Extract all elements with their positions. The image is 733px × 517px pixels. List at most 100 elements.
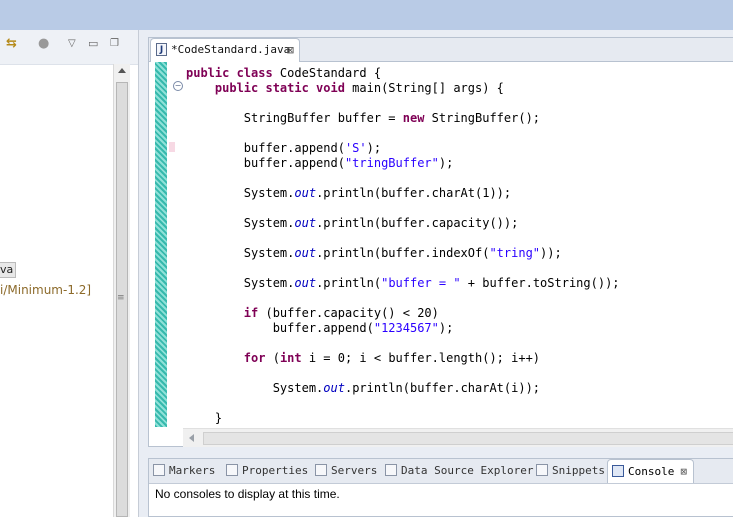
code-token: buffer.append( (186, 156, 345, 170)
code-token: System. (186, 246, 295, 260)
tab-console[interactable]: Console ⊠ (607, 459, 694, 483)
code-token: for (243, 351, 273, 365)
code-line[interactable]: public static void main(String[] args) { (186, 81, 504, 96)
code-line[interactable]: System.out.println(buffer.charAt(1)); (186, 186, 511, 201)
code-token: public class (186, 66, 280, 80)
code-token: ( (272, 351, 280, 365)
console-message: No consoles to display at this time. (155, 487, 340, 501)
code-token: new (402, 111, 432, 125)
vertical-scrollbar[interactable]: ≡ (113, 64, 130, 517)
code-token: out (294, 216, 317, 230)
scroll-up-icon[interactable] (118, 68, 126, 73)
code-line[interactable]: System.out.println(buffer.capacity()); (186, 216, 519, 231)
tree-item-library[interactable]: i/Minimum-1.2] (0, 283, 91, 297)
code-token: ); (438, 321, 454, 335)
code-token: System. (186, 381, 324, 395)
markers-icon (153, 464, 165, 476)
code-token: (buffer.capacity() < 20) (265, 306, 439, 320)
tab-markers[interactable]: Markers (153, 459, 215, 483)
properties-icon (226, 464, 238, 476)
code-token: .println(buffer.indexOf( (316, 246, 490, 260)
code-token: buffer.append( (186, 141, 345, 155)
title-bar (0, 0, 733, 30)
package-explorer-panel: ⇆ ● ▽ ▭ ❐ va i/Minimum-1.2] ≡ (0, 30, 139, 517)
code-token: "tringBuffer" (344, 156, 439, 170)
tree-item-java-file[interactable]: va (0, 262, 17, 278)
code-token: .println(buffer.charAt(1)); (316, 186, 512, 200)
code-token: ); (438, 156, 454, 170)
code-token: main(String[] args) { (352, 81, 504, 95)
tab-servers[interactable]: Servers (315, 459, 377, 483)
code-token: } (186, 411, 223, 425)
code-line[interactable]: buffer.append('S'); (186, 141, 381, 156)
horizontal-scrollbar[interactable] (183, 428, 733, 447)
snippets-icon (536, 464, 548, 476)
code-token: out (294, 246, 317, 260)
tab-label: Snippets (552, 464, 605, 477)
code-line[interactable]: buffer.append("tringBuffer"); (186, 156, 454, 171)
code-token: .println(buffer.capacity()); (316, 216, 519, 230)
tab-label: Servers (331, 464, 378, 477)
code-line[interactable]: System.out.println("buffer = " + buffer.… (186, 276, 620, 291)
chevron-down-icon[interactable]: ▽ (68, 36, 76, 52)
code-token: public static void (186, 81, 353, 95)
tab-snippets[interactable]: Snippets (536, 459, 605, 483)
bottom-tab-strip: Markers Properties Servers Data Source Expl… (149, 459, 733, 484)
code-token: System. (186, 276, 295, 290)
code-token: StringBuffer buffer = (186, 111, 403, 125)
code-token: .println(buffer.charAt(i)); (344, 381, 541, 395)
ruler-mark (169, 142, 175, 152)
code-line[interactable]: public class CodeStandard { (186, 66, 381, 81)
java-editor: J *CodeStandard.java ⊠ − public class Co… (148, 37, 733, 447)
code-token: ); (366, 141, 382, 155)
bottom-views-panel: Markers Properties Servers Data Source Expl… (148, 458, 733, 517)
code-token: 'S' (344, 141, 367, 155)
code-token: int (279, 351, 309, 365)
minimize-icon[interactable]: ▭ (88, 36, 98, 52)
code-line[interactable]: buffer.append("1234567"); (186, 321, 454, 336)
view-menu-icon[interactable]: ● (38, 36, 49, 52)
maximize-icon[interactable]: ❐ (110, 36, 119, 52)
tab-data-source-explorer[interactable]: Data Source Explorer (385, 459, 533, 483)
fold-toggle-icon[interactable]: − (173, 81, 183, 91)
code-token: System. (186, 186, 295, 200)
tab-title: *CodeStandard.java (171, 43, 291, 56)
code-token: "tring" (489, 246, 541, 260)
close-icon[interactable]: ⊠ (287, 39, 294, 61)
code-line[interactable]: for (int i = 0; i < buffer.length(); i++… (186, 351, 540, 366)
code-area[interactable]: public class CodeStandard { public stati… (186, 62, 733, 427)
tab-label: Data Source Explorer (401, 464, 534, 477)
annotation-ruler (169, 62, 177, 427)
code-token: out (294, 186, 317, 200)
tab-label: Markers (169, 464, 216, 477)
grip-icon: ≡ (117, 293, 125, 303)
editor-tab-strip: J *CodeStandard.java ⊠ (149, 38, 733, 62)
java-file-icon: J (156, 43, 167, 56)
code-line[interactable]: System.out.println(buffer.indexOf("tring… (186, 246, 562, 261)
code-line[interactable]: } (186, 411, 222, 426)
tab-properties[interactable]: Properties (226, 459, 308, 483)
code-token: + buffer.toString()); (460, 276, 620, 290)
console-icon (612, 465, 624, 477)
code-token: out (323, 381, 345, 395)
code-token: if (243, 306, 266, 320)
package-explorer-toolbar: ⇆ ● ▽ ▭ ❐ (0, 30, 138, 65)
tab-label: Console (628, 465, 675, 478)
scrollbar-thumb[interactable] (203, 432, 733, 445)
code-token: buffer.append( (186, 321, 374, 335)
code-token: StringBuffer(); (431, 111, 541, 125)
code-token: )); (540, 246, 562, 260)
code-line[interactable]: if (buffer.capacity() < 20) (186, 306, 439, 321)
scroll-left-icon[interactable] (189, 434, 194, 442)
code-line[interactable]: System.out.println(buffer.charAt(i)); (186, 381, 540, 396)
code-token: System. (186, 216, 295, 230)
code-token: .println( (316, 276, 382, 290)
tab-codestandard-java[interactable]: J *CodeStandard.java ⊠ (150, 38, 300, 62)
code-line[interactable]: StringBuffer buffer = new StringBuffer()… (186, 111, 540, 126)
tab-label: Properties (242, 464, 309, 477)
close-icon[interactable]: ⊠ (680, 465, 687, 478)
link-with-editor-icon[interactable]: ⇆ (6, 36, 17, 52)
code-token: CodeStandard { (279, 66, 382, 80)
